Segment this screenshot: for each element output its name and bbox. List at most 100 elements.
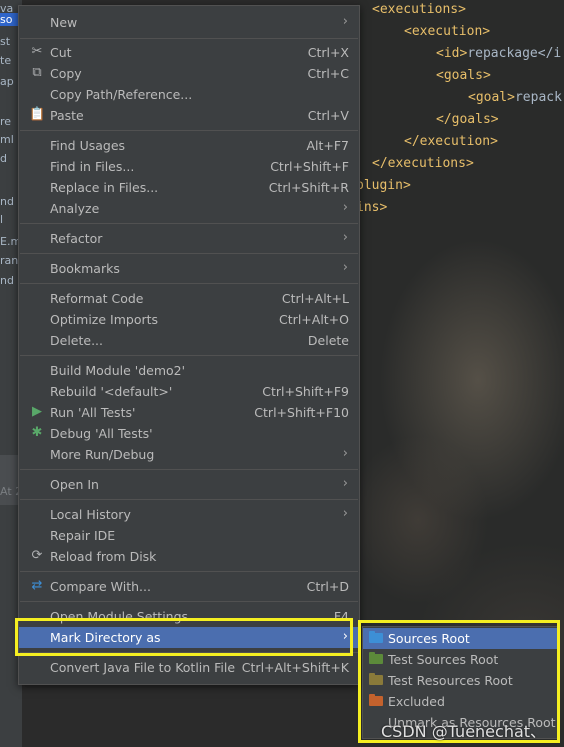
menu-item-label: Run 'All Tests' bbox=[50, 405, 136, 420]
menu-item-label: Copy bbox=[50, 66, 82, 81]
menu-item-bookmarks[interactable]: Bookmarks › bbox=[19, 258, 359, 279]
menu-item-label: Reload from Disk bbox=[50, 549, 157, 564]
menu-separator bbox=[20, 253, 358, 254]
menu-item-label: Repair IDE bbox=[50, 528, 116, 543]
menu-separator bbox=[20, 469, 358, 470]
code-line: <executions> bbox=[372, 2, 466, 17]
tree-fragment[interactable]: d bbox=[0, 152, 7, 165]
paste-icon: 📋 bbox=[29, 107, 46, 122]
menu-item-label: Open In bbox=[50, 477, 99, 492]
menu-item-label: More Run/Debug bbox=[50, 447, 155, 462]
menu-item-shortcut: Ctrl+X bbox=[307, 45, 349, 60]
menu-item-delete[interactable]: Delete... Delete bbox=[19, 330, 359, 351]
menu-item-label: Delete... bbox=[50, 333, 103, 348]
compare-icon: ⇄ bbox=[31, 578, 43, 593]
chevron-right-icon: › bbox=[342, 14, 348, 29]
code-line: <goals> bbox=[436, 68, 491, 83]
tree-fragment[interactable]: l bbox=[0, 213, 3, 226]
menu-item-analyze[interactable]: Analyze › bbox=[19, 198, 359, 219]
menu-item-convert-java-to-kotlin[interactable]: Convert Java File to Kotlin File Ctrl+Al… bbox=[19, 657, 359, 678]
menu-item-open-in[interactable]: Open In › bbox=[19, 474, 359, 495]
menu-item-shortcut: Delete bbox=[307, 333, 349, 348]
menu-item-label: Debug 'All Tests' bbox=[50, 426, 153, 441]
code-line: <execution> bbox=[404, 24, 491, 39]
reload-icon: ⟳ bbox=[31, 548, 43, 563]
chevron-right-icon: › bbox=[342, 200, 348, 215]
menu-item-label: Reformat Code bbox=[50, 291, 144, 306]
menu-item-more-run-debug[interactable]: More Run/Debug › bbox=[19, 444, 359, 465]
code-line: <id>repackage</i bbox=[436, 46, 562, 61]
menu-item-shortcut: Ctrl+Alt+O bbox=[279, 312, 349, 327]
code-line: ins> bbox=[358, 200, 388, 215]
annotation-highlight-box bbox=[15, 618, 353, 656]
code-line: </goals> bbox=[436, 112, 499, 127]
menu-item-rebuild[interactable]: Rebuild '<default>' Ctrl+Shift+F9 bbox=[19, 381, 359, 402]
menu-separator bbox=[20, 223, 358, 224]
menu-item-compare-with[interactable]: ⇄ Compare With... Ctrl+D bbox=[19, 576, 359, 597]
tree-fragment[interactable]: st bbox=[0, 35, 10, 48]
menu-item-shortcut: Ctrl+D bbox=[306, 579, 349, 594]
menu-item-copy-path[interactable]: Copy Path/Reference... bbox=[19, 84, 359, 105]
tree-fragment[interactable]: re bbox=[0, 115, 11, 128]
menu-item-label: Rebuild '<default>' bbox=[50, 384, 173, 399]
menu-item-label: Analyze bbox=[50, 201, 100, 216]
chevron-right-icon: › bbox=[342, 506, 348, 521]
menu-item-shortcut: Ctrl+Alt+L bbox=[281, 291, 349, 306]
menu-item-label: Find Usages bbox=[50, 138, 126, 153]
menu-item-replace-in-files[interactable]: Replace in Files... Ctrl+Shift+R bbox=[19, 177, 359, 198]
tree-fragment[interactable]: ran bbox=[0, 254, 18, 267]
menu-item-label: Find in Files... bbox=[50, 159, 135, 174]
copy-icon: ⧉ bbox=[32, 65, 42, 80]
menu-item-label: Compare With... bbox=[50, 579, 151, 594]
menu-item-find-usages[interactable]: Find Usages Alt+F7 bbox=[19, 135, 359, 156]
tree-fragment[interactable]: te bbox=[0, 54, 11, 67]
tree-fragment-selected[interactable]: so bbox=[0, 13, 19, 26]
menu-item-label: Refactor bbox=[50, 231, 103, 246]
menu-item-copy[interactable]: ⧉ Copy Ctrl+C bbox=[19, 63, 359, 84]
menu-item-new[interactable]: New › bbox=[19, 12, 359, 33]
tree-fragment[interactable]: nd bbox=[0, 195, 14, 208]
menu-item-label: Convert Java File to Kotlin File bbox=[50, 660, 236, 675]
menu-item-reload-from-disk[interactable]: ⟳ Reload from Disk bbox=[19, 546, 359, 567]
menu-item-repair-ide[interactable]: Repair IDE bbox=[19, 525, 359, 546]
menu-separator bbox=[20, 571, 358, 572]
menu-item-shortcut: Ctrl+V bbox=[307, 108, 349, 123]
chevron-right-icon: › bbox=[342, 446, 348, 461]
tree-fragment[interactable]: ap bbox=[0, 75, 14, 88]
menu-item-run-all-tests[interactable]: ▶ Run 'All Tests' Ctrl+Shift+F10 bbox=[19, 402, 359, 423]
menu-item-label: Local History bbox=[50, 507, 131, 522]
menu-item-refactor[interactable]: Refactor › bbox=[19, 228, 359, 249]
context-menu: New › ✂ Cut Ctrl+X ⧉ Copy Ctrl+C Copy Pa… bbox=[18, 5, 360, 685]
menu-separator bbox=[20, 499, 358, 500]
menu-item-paste[interactable]: 📋 Paste Ctrl+V bbox=[19, 105, 359, 126]
code-line: <goal>repack bbox=[468, 90, 562, 105]
debug-icon: ✱ bbox=[31, 425, 43, 440]
menu-separator bbox=[20, 283, 358, 284]
scissors-icon: ✂ bbox=[31, 44, 43, 59]
menu-item-shortcut: Ctrl+Shift+F9 bbox=[262, 384, 349, 399]
menu-item-build-module[interactable]: Build Module 'demo2' bbox=[19, 360, 359, 381]
menu-item-label: Build Module 'demo2' bbox=[50, 363, 186, 378]
menu-separator bbox=[20, 130, 358, 131]
run-icon: ▶ bbox=[32, 404, 42, 419]
menu-item-cut[interactable]: ✂ Cut Ctrl+X bbox=[19, 42, 359, 63]
code-line: plugin> bbox=[358, 178, 411, 193]
code-line: </execution> bbox=[404, 134, 498, 149]
menu-item-shortcut: Ctrl+Shift+F bbox=[270, 159, 349, 174]
menu-item-find-in-files[interactable]: Find in Files... Ctrl+Shift+F bbox=[19, 156, 359, 177]
menu-item-optimize-imports[interactable]: Optimize Imports Ctrl+Alt+O bbox=[19, 309, 359, 330]
menu-item-shortcut: Ctrl+Alt+Shift+K bbox=[241, 660, 349, 675]
chevron-right-icon: › bbox=[342, 476, 348, 491]
chevron-right-icon: › bbox=[342, 260, 348, 275]
menu-item-shortcut: Ctrl+Shift+F10 bbox=[254, 405, 349, 420]
chevron-right-icon: › bbox=[342, 230, 348, 245]
menu-item-debug-all-tests[interactable]: ✱ Debug 'All Tests' bbox=[19, 423, 359, 444]
menu-item-label: Bookmarks bbox=[50, 261, 120, 276]
menu-item-label: Paste bbox=[50, 108, 84, 123]
tree-fragment[interactable]: ml bbox=[0, 133, 14, 146]
menu-item-local-history[interactable]: Local History › bbox=[19, 504, 359, 525]
menu-item-reformat-code[interactable]: Reformat Code Ctrl+Alt+L bbox=[19, 288, 359, 309]
watermark: CSDN @Tuenechat、 bbox=[381, 722, 547, 741]
tree-fragment[interactable]: nd bbox=[0, 274, 14, 287]
menu-item-shortcut: Ctrl+C bbox=[307, 66, 349, 81]
